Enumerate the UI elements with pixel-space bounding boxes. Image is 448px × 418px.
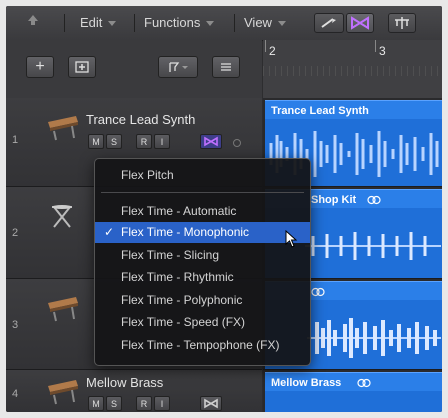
- toolbar-divider: [234, 14, 235, 32]
- solo-button[interactable]: S: [106, 134, 122, 149]
- region-title: Mellow Brass: [271, 377, 342, 389]
- menu-item-flex-time-slicing[interactable]: Flex Time - Slicing: [95, 245, 310, 266]
- region-title: Shop Kit: [311, 194, 357, 206]
- edit-menu-label: Edit: [80, 15, 103, 30]
- edit-menu-button[interactable]: Edit: [80, 13, 117, 33]
- chevron-down-icon: [108, 21, 117, 27]
- track-flex-button[interactable]: [200, 134, 222, 149]
- region-title: Trance Lead Synth: [271, 105, 369, 117]
- loop-icon: [357, 378, 371, 388]
- track-lane: Mellow Brass: [263, 370, 442, 412]
- track-header-toolbar: +: [6, 40, 262, 99]
- track-number: 2: [12, 227, 19, 239]
- menu-item-flex-time-speed[interactable]: Flex Time - Speed (FX): [95, 312, 310, 333]
- link-icon: [233, 139, 241, 147]
- up-arrow-icon[interactable]: [16, 13, 50, 33]
- flex-mode-menu: Flex Pitch Flex Time - Automatic ✓ Flex …: [94, 158, 311, 366]
- audio-region[interactable]: Mellow Brass: [265, 372, 442, 412]
- ruler-bar-label: 3: [379, 44, 386, 58]
- catch-playhead-button[interactable]: [314, 13, 344, 33]
- global-tracks-button[interactable]: [68, 56, 96, 78]
- list-icon: [221, 63, 231, 71]
- view-menu-label: View: [244, 15, 272, 30]
- menu-item-flex-pitch[interactable]: Flex Pitch: [95, 165, 310, 186]
- toolbar-divider: [134, 14, 135, 32]
- functions-menu-label: Functions: [144, 15, 201, 30]
- mute-button[interactable]: M: [88, 134, 104, 149]
- loop-icon: [367, 195, 381, 205]
- chevron-down-icon: [277, 21, 286, 27]
- solo-button[interactable]: S: [106, 396, 122, 411]
- flex-view-icon: [204, 136, 218, 147]
- mouse-pointer-icon: [285, 230, 298, 248]
- filter-icon: [169, 62, 188, 72]
- add-track-button[interactable]: +: [26, 56, 54, 78]
- menu-divider: [101, 192, 304, 193]
- record-enable-button[interactable]: R: [136, 396, 152, 411]
- track-name[interactable]: Mellow Brass: [86, 375, 163, 390]
- input-monitor-button[interactable]: I: [154, 396, 170, 411]
- track-header[interactable]: 4 Mellow Brass M S R I: [6, 370, 262, 412]
- view-menu-button[interactable]: View: [244, 13, 286, 33]
- menu-item-flex-time-automatic[interactable]: Flex Time - Automatic: [95, 201, 310, 222]
- menu-item-label: Flex Time - Monophonic: [121, 225, 250, 239]
- ruler-tick: [375, 40, 376, 52]
- menu-item-flex-time-rhythmic[interactable]: Flex Time - Rhythmic: [95, 267, 310, 288]
- track-name[interactable]: Trance Lead Synth: [86, 112, 195, 127]
- ruler-subdivisions: [263, 66, 442, 76]
- record-enable-button[interactable]: R: [136, 134, 152, 149]
- loop-icon: [311, 287, 325, 297]
- track-flex-button[interactable]: [200, 396, 222, 411]
- track-number: 4: [12, 388, 19, 400]
- toolbar-divider: [64, 14, 65, 32]
- global-tracks-icon: [75, 61, 89, 73]
- timeline-ruler[interactable]: 2 3: [263, 40, 442, 99]
- toolbar: Edit Functions View: [6, 6, 442, 41]
- snap-icon: [395, 17, 409, 29]
- logic-window: Edit Functions View + 2 3 1 Trance Lead …: [6, 6, 442, 412]
- keyboard-instrument-icon: [48, 380, 78, 405]
- filter-button[interactable]: [158, 56, 198, 78]
- keyboard-instrument-icon: [48, 297, 78, 322]
- functions-menu-button[interactable]: Functions: [144, 13, 215, 33]
- snap-button[interactable]: [388, 13, 416, 33]
- catch-playhead-icon: [321, 18, 336, 28]
- chevron-down-icon: [206, 21, 215, 27]
- ruler-tick: [265, 40, 266, 52]
- flex-view-icon: [204, 398, 218, 409]
- track-list-button[interactable]: [212, 56, 240, 78]
- input-monitor-button[interactable]: I: [154, 134, 170, 149]
- track-number: 1: [12, 134, 19, 146]
- menu-item-flex-time-monophonic[interactable]: ✓ Flex Time - Monophonic: [95, 222, 310, 243]
- keyboard-instrument-icon: [48, 116, 78, 141]
- drum-kit-icon: [52, 205, 72, 228]
- menu-item-flex-time-tempophone[interactable]: Flex Time - Tempophone (FX): [95, 335, 310, 356]
- flex-view-button[interactable]: [346, 13, 374, 33]
- menu-item-flex-time-polyphonic[interactable]: Flex Time - Polyphonic: [95, 290, 310, 311]
- track-number: 3: [12, 319, 19, 331]
- checkmark-icon: ✓: [104, 225, 115, 239]
- ruler-bar-label: 2: [269, 44, 276, 58]
- flex-view-icon: [351, 16, 369, 30]
- mute-button[interactable]: M: [88, 396, 104, 411]
